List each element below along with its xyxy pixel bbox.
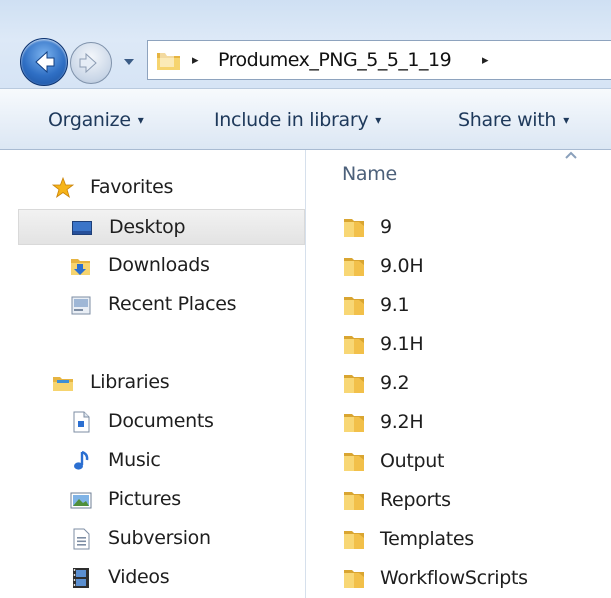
folder-icon [344,414,364,432]
chevron-down-icon: ▾ [137,113,144,127]
file-list-item[interactable]: 9 [336,211,606,245]
file-name: Output [380,450,445,472]
folder-icon [344,570,364,588]
folder-icon [344,336,364,354]
file-list-item[interactable]: Reports [336,484,606,518]
file-name: 9.1 [380,294,410,316]
forward-button[interactable] [70,42,112,84]
address-field[interactable]: ▸ Produmex_PNG_5_5_1_19 ▸ [147,40,611,80]
chevron-down-icon: ▾ [563,113,569,127]
libraries-label: Libraries [90,371,170,393]
folder-icon [344,297,364,315]
command-bar: Organize ▾ Include in library ▾ Share with… [0,88,611,150]
file-list-item[interactable]: 9.0H [336,250,606,284]
file-list-item[interactable]: Output [336,445,606,479]
navigation-pane: Favorites Desktop Downloads Recent Place… [0,150,306,598]
sidebar-item-music[interactable]: Music [0,443,306,479]
sidebar-item-label: Desktop [109,216,186,238]
file-name: 9.1H [380,333,424,355]
file-list-item[interactable]: Templates [336,523,606,557]
file-name: 9 [380,216,392,238]
videos-icon [73,568,89,588]
breadcrumb-segment[interactable]: Produmex_PNG_5_5_1_19 [218,49,452,71]
sidebar-item-desktop[interactable]: Desktop [18,209,305,245]
sidebar-item-downloads[interactable]: Downloads [0,248,306,284]
sidebar-item-label: Downloads [108,254,210,276]
folder-icon [344,375,364,393]
file-name: Templates [380,528,474,550]
sidebar-item-label: Documents [108,410,214,432]
folder-icon [344,453,364,471]
file-name: 9.2H [380,411,424,433]
sort-ascending-icon [565,151,577,159]
file-name: WorkflowScripts [380,567,528,589]
file-name: 9.0H [380,255,424,277]
desktop-icon [72,221,92,235]
sidebar-item-subversion[interactable]: Subversion [0,521,306,557]
folder-icon [157,51,180,70]
favorites-label: Favorites [90,176,174,198]
organize-label: Organize [48,109,131,131]
nav-group-favorites[interactable]: Favorites [0,170,306,206]
file-list-item[interactable]: 9.2 [336,367,606,401]
sidebar-item-pictures[interactable]: Pictures [0,482,306,518]
folder-icon [344,219,364,237]
downloads-icon [71,259,90,275]
subversion-icon [73,528,90,550]
file-name: 9.2 [380,372,410,394]
nav-group-libraries[interactable]: Libraries [0,365,306,401]
file-list-item[interactable]: 9.2H [336,406,606,440]
sidebar-item-label: Recent Places [108,293,237,315]
sidebar-item-label: Pictures [108,488,181,510]
include-in-library-button[interactable]: Include in library ▾ [214,109,381,131]
file-list-item[interactable]: 9.1H [336,328,606,362]
documents-icon [73,411,90,433]
recent-pages-dropdown-icon[interactable] [122,55,136,69]
sidebar-item-label: Music [108,449,161,471]
name-column-header[interactable]: Name [342,163,397,185]
music-icon [74,450,89,470]
back-button[interactable] [20,38,68,86]
file-list-item[interactable]: 9.1 [336,289,606,323]
share-label: Share with [458,109,557,131]
include-label: Include in library [214,109,369,131]
recent-places-icon [71,296,91,315]
breadcrumb-separator[interactable]: ▸ [482,53,489,68]
file-list-item[interactable]: WorkflowScripts [336,562,606,596]
organize-menu-button[interactable]: Organize ▾ [48,109,144,131]
file-list-pane: Name 9 9.0H 9.1 9.1H 9.2 9.2H Output Rep… [306,150,611,598]
file-name: Reports [380,489,451,511]
folder-icon [344,531,364,549]
breadcrumb-separator[interactable]: ▸ [192,53,199,68]
folder-icon [344,492,364,510]
share-with-button[interactable]: Share with ▾ [458,109,569,131]
sidebar-item-documents[interactable]: Documents [0,404,306,440]
chevron-down-icon: ▾ [375,113,382,127]
address-bar-region: ▸ Produmex_PNG_5_5_1_19 ▸ [0,0,611,88]
folder-icon [344,258,364,276]
star-icon [52,177,74,199]
pictures-icon [70,492,92,509]
sidebar-item-label: Videos [108,566,170,588]
sidebar-item-videos[interactable]: Videos [0,560,306,596]
forward-arrow-icon [79,52,97,74]
libraries-icon [53,377,73,391]
sidebar-item-label: Subversion [108,527,211,549]
back-arrow-icon [35,50,55,74]
sidebar-item-recent-places[interactable]: Recent Places [0,287,306,323]
